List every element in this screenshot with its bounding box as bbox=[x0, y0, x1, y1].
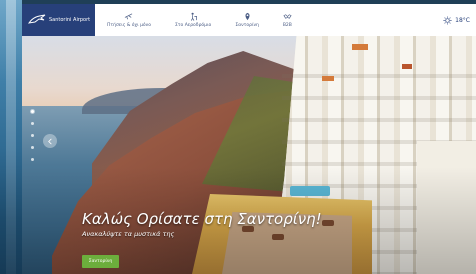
weather-widget: 18°C bbox=[443, 4, 476, 36]
main-nav: Πτήσεις & όχι μόνο Στο Αεροδρόμιο Σαντορ… bbox=[95, 4, 443, 36]
nav-item-label: Σαντορίνη bbox=[235, 23, 259, 28]
hero-subtitle: Ανακαλύψτε τα μυστικά της bbox=[82, 230, 175, 238]
weather-temperature: 18°C bbox=[455, 16, 470, 24]
carousel-dot[interactable] bbox=[31, 110, 34, 113]
nav-item-santorini[interactable]: Σαντορίνη bbox=[223, 4, 271, 36]
handshake-icon bbox=[283, 14, 292, 19]
traveler-icon bbox=[190, 12, 197, 21]
nav-item-label: B2B bbox=[282, 23, 292, 28]
hero-title: Καλώς Ορίσατε στη Σαντορίνη! bbox=[82, 210, 322, 228]
nav-item-label: Στο Αεροδρόμιο bbox=[174, 23, 212, 28]
carousel-dot[interactable] bbox=[31, 134, 34, 137]
nav-item-b2b[interactable]: B2B bbox=[271, 4, 304, 36]
site-header: Santorini Airport Πτήσεις & όχι μόνο Στο… bbox=[22, 4, 476, 36]
sun-icon bbox=[443, 15, 452, 25]
airport-homepage: Santorini Airport Πτήσεις & όχι μόνο Στο… bbox=[22, 4, 476, 274]
plane-logo-icon bbox=[28, 14, 46, 24]
chevron-left-icon bbox=[47, 138, 52, 144]
carousel-dot[interactable] bbox=[31, 122, 34, 125]
nav-item-flights[interactable]: Πτήσεις & όχι μόνο bbox=[95, 4, 163, 36]
background-strip bbox=[0, 0, 22, 274]
location-pin-icon bbox=[245, 12, 250, 21]
airport-logo[interactable]: Santorini Airport bbox=[22, 4, 95, 36]
plane-icon bbox=[125, 13, 133, 20]
nav-item-airport[interactable]: Στο Αεροδρόμιο bbox=[163, 4, 223, 36]
carousel-dot[interactable] bbox=[31, 158, 34, 161]
carousel-prev-button[interactable] bbox=[43, 134, 57, 148]
hero-gradient-overlay bbox=[22, 36, 476, 274]
hero-cta-button[interactable]: Σαντορίνη bbox=[82, 255, 119, 268]
carousel-dot[interactable] bbox=[31, 146, 34, 149]
logo-text: Santorini Airport bbox=[49, 17, 91, 23]
carousel-dots bbox=[31, 110, 34, 161]
hero-image bbox=[22, 36, 476, 274]
nav-item-label: Πτήσεις & όχι μόνο bbox=[107, 23, 151, 28]
